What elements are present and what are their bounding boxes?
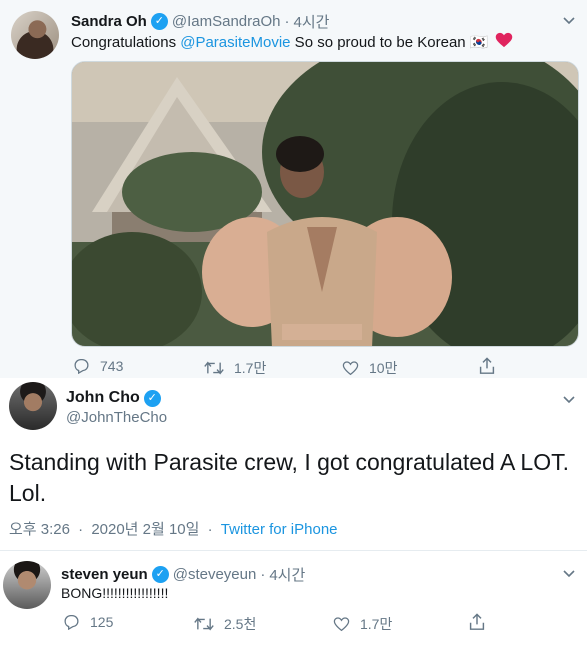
like-count: 1.7만 bbox=[360, 616, 393, 632]
chevron-down-icon[interactable] bbox=[563, 17, 575, 25]
like-count: 10만 bbox=[369, 360, 398, 376]
tweet-handle-row: @JohnTheCho bbox=[66, 409, 167, 426]
reply-count: 743 bbox=[100, 358, 124, 374]
retweet-button[interactable]: 2.5천 bbox=[194, 614, 256, 634]
mention-link[interactable]: @ParasiteMovie bbox=[180, 34, 290, 51]
separator-dot: · bbox=[78, 521, 84, 538]
separator-dot: · bbox=[284, 13, 290, 30]
like-button[interactable]: 1.7만 bbox=[333, 614, 392, 634]
avatar[interactable] bbox=[9, 382, 57, 430]
share-button[interactable] bbox=[469, 613, 485, 631]
tweet-time[interactable]: 오후 3:26 bbox=[9, 521, 70, 538]
author-name[interactable]: Sandra Oh bbox=[71, 13, 147, 30]
share-button[interactable] bbox=[479, 357, 495, 375]
author-name[interactable]: steven yeun bbox=[61, 566, 148, 583]
retweet-icon bbox=[194, 617, 214, 631]
retweet-button[interactable]: 1.7만 bbox=[204, 358, 266, 378]
avatar[interactable] bbox=[11, 11, 59, 59]
tweet-source[interactable]: Twitter for iPhone bbox=[221, 521, 338, 538]
tweet-meta: 오후 3:26 · 2020년 2월 10일 · Twitter for iPh… bbox=[9, 518, 338, 539]
author-handle[interactable]: @steveyeun bbox=[173, 566, 257, 583]
chevron-down-icon[interactable] bbox=[563, 396, 575, 404]
separator-dot: · bbox=[260, 566, 266, 583]
verified-badge-icon: ✓ bbox=[150, 13, 168, 30]
reply-icon bbox=[74, 358, 89, 374]
heart-emoji-icon bbox=[495, 32, 513, 54]
tweet-text: Standing with Parasite crew, I got congr… bbox=[9, 449, 569, 506]
share-icon bbox=[469, 613, 485, 630]
separator-dot: · bbox=[207, 521, 213, 538]
chevron-down-icon[interactable] bbox=[563, 570, 575, 578]
tweet-text-prefix: Congratulations bbox=[71, 33, 181, 51]
reply-count: 125 bbox=[90, 614, 114, 630]
tweet-text: BONG!!!!!!!!!!!!!!!!! bbox=[61, 585, 169, 601]
tweet-header: Sandra Oh ✓ @IamSandraOh · 4시간 bbox=[71, 11, 329, 32]
heart-icon bbox=[342, 361, 359, 376]
retweet-count: 2.5천 bbox=[224, 616, 257, 632]
tweet-header: steven yeun ✓ @steveyeun · 4시간 bbox=[61, 564, 305, 585]
author-handle[interactable]: @IamSandraOh bbox=[172, 13, 281, 30]
divider bbox=[0, 550, 587, 551]
avatar[interactable] bbox=[3, 561, 51, 609]
tweet-time[interactable]: 4시간 bbox=[293, 11, 329, 32]
like-button[interactable]: 10만 bbox=[342, 358, 397, 378]
verified-badge-icon: ✓ bbox=[143, 389, 161, 407]
reply-button[interactable]: 743 bbox=[73, 358, 123, 374]
retweet-count: 1.7만 bbox=[234, 360, 267, 376]
tweet-photo[interactable] bbox=[71, 61, 579, 347]
tweet-date[interactable]: 2020년 2월 10일 bbox=[91, 521, 199, 538]
tweet-sandra-oh[interactable]: Sandra Oh ✓ @IamSandraOh · 4시간 Congratul… bbox=[0, 0, 587, 378]
reply-icon bbox=[64, 614, 79, 630]
author-handle[interactable]: @JohnTheCho bbox=[66, 409, 167, 426]
reply-button[interactable]: 125 bbox=[63, 614, 113, 630]
author-name[interactable]: John Cho bbox=[66, 389, 140, 407]
tweet-text-suffix: So so proud to be Korean 🇰🇷 bbox=[290, 33, 489, 51]
tweet-text: Congratulations @ParasiteMovie So so pro… bbox=[71, 32, 513, 54]
tweet-time[interactable]: 4시간 bbox=[269, 564, 305, 585]
heart-icon bbox=[333, 617, 350, 632]
tweet-header: John Cho ✓ bbox=[66, 389, 165, 407]
verified-badge-icon: ✓ bbox=[151, 566, 169, 583]
share-icon bbox=[479, 357, 495, 374]
retweet-icon bbox=[204, 361, 224, 375]
